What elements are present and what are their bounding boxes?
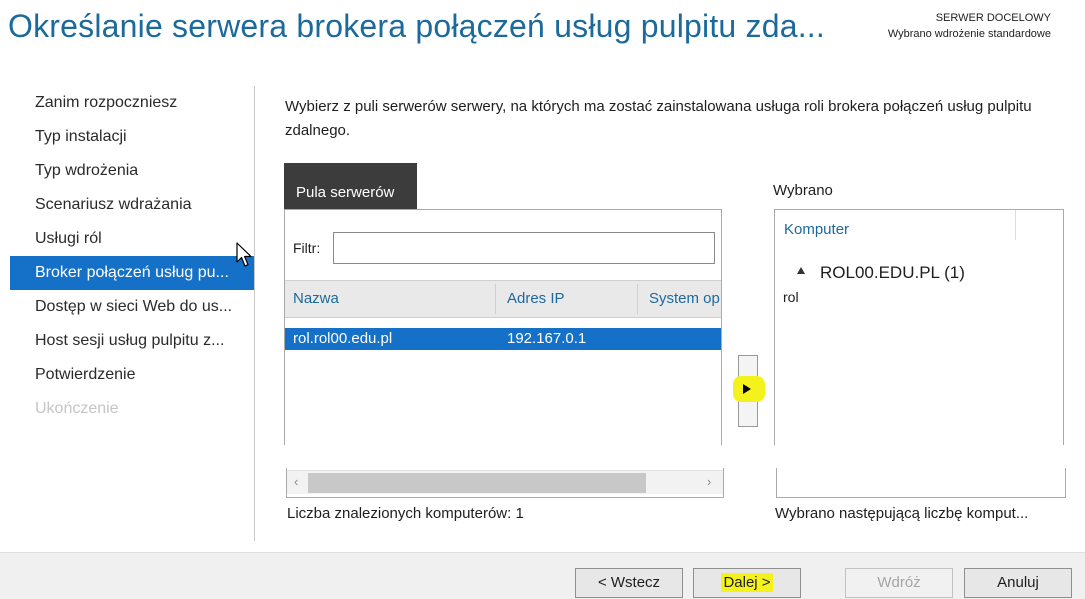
back-button[interactable]: < Wstecz (575, 568, 683, 598)
cell-name: rol.rol00.edu.pl (293, 330, 393, 347)
nav-item-connection-broker[interactable]: Broker połączeń usług pu... (10, 256, 254, 290)
nav-item-completion: Ukończenie (35, 400, 119, 417)
nav-item-web-access[interactable]: Dostęp w sieci Web do us... (10, 290, 254, 324)
column-separator (637, 284, 638, 314)
nav-item-session-host[interactable]: Host sesji usług pulpitu z... (10, 324, 254, 358)
horizontal-scrollbar[interactable]: ‹ › (287, 470, 723, 494)
next-button-label: Dalej > (721, 573, 773, 592)
selected-panel-lower (776, 468, 1066, 498)
target-server-info: SERWER DOCELOWY Wybrano wdrożenie standa… (888, 10, 1051, 42)
nav-item-deployment-type[interactable]: Typ wdrożenia (10, 154, 254, 188)
add-to-selected-button[interactable] (733, 355, 765, 427)
filter-input[interactable] (333, 232, 715, 264)
scroll-right-icon[interactable]: › (707, 474, 711, 489)
found-count: Liczba znalezionych komputerów: 1 (287, 505, 524, 522)
domain-group-label: ROL00.EDU.PL (1) (820, 263, 965, 282)
nav-item-confirmation[interactable]: Potwierdzenie (10, 358, 254, 392)
column-separator (495, 284, 496, 314)
mouse-cursor-icon (236, 242, 252, 267)
pool-grid-header: Nazwa Adres IP System op (285, 280, 721, 318)
selected-list-item[interactable]: rol (783, 289, 799, 305)
collapse-triangle-icon[interactable] (797, 267, 805, 274)
cell-ip: 192.167.0.1 (507, 330, 587, 347)
page-title: Określanie serwera brokera połączeń usłu… (8, 8, 825, 44)
scroll-left-icon[interactable]: ‹ (294, 474, 298, 489)
selected-count: Wybrano następującą liczbę komput... (775, 505, 1029, 522)
target-server-label: SERWER DOCELOWY (935, 12, 1051, 24)
scrollbar-thumb[interactable] (308, 473, 646, 493)
wizard-footer: < Wstecz Dalej > Wdróż Anuluj (0, 552, 1085, 599)
nav-item-role-services[interactable]: Usługi ról (10, 222, 254, 256)
table-row[interactable]: rol.rol00.edu.pl 192.167.0.1 (285, 328, 721, 350)
column-separator (1015, 210, 1016, 240)
tab-server-pool[interactable]: Pula serwerów (284, 163, 417, 210)
nav-item-installation-type[interactable]: Typ instalacji (10, 120, 254, 154)
nav-item-before-you-begin[interactable]: Zanim rozpoczniesz (10, 86, 254, 120)
nav-item-deployment-scenario[interactable]: Scenariusz wdrażania (10, 188, 254, 222)
nav-divider (254, 86, 255, 541)
deploy-button: Wdróż (845, 568, 953, 598)
column-header-name[interactable]: Nazwa (285, 281, 495, 317)
cancel-button[interactable]: Anuluj (964, 568, 1072, 598)
selected-panel: Komputer ROL00.EDU.PL (1) rol (774, 209, 1064, 445)
selected-title: Wybrano (773, 182, 833, 199)
column-header-computer[interactable]: Komputer (784, 221, 849, 238)
target-server-value: Wybrano wdrożenie standardowe (887, 28, 1051, 40)
wizard-nav: Zanim rozpoczniesz Typ instalacji Typ wd… (10, 86, 254, 426)
right-arrow-icon (743, 384, 751, 394)
column-header-os[interactable]: System op (641, 281, 721, 317)
filter-label: Filtr: (293, 240, 321, 256)
server-pool-panel: Filtr: Nazwa Adres IP System op rol.rol0… (284, 209, 722, 445)
column-header-ip[interactable]: Adres IP (499, 281, 637, 317)
server-pool-panel-lower: ‹ › (286, 468, 724, 498)
next-button[interactable]: Dalej > (693, 568, 801, 598)
instructions-text: Wybierz z puli serwerów serwery, na któr… (285, 98, 1032, 139)
